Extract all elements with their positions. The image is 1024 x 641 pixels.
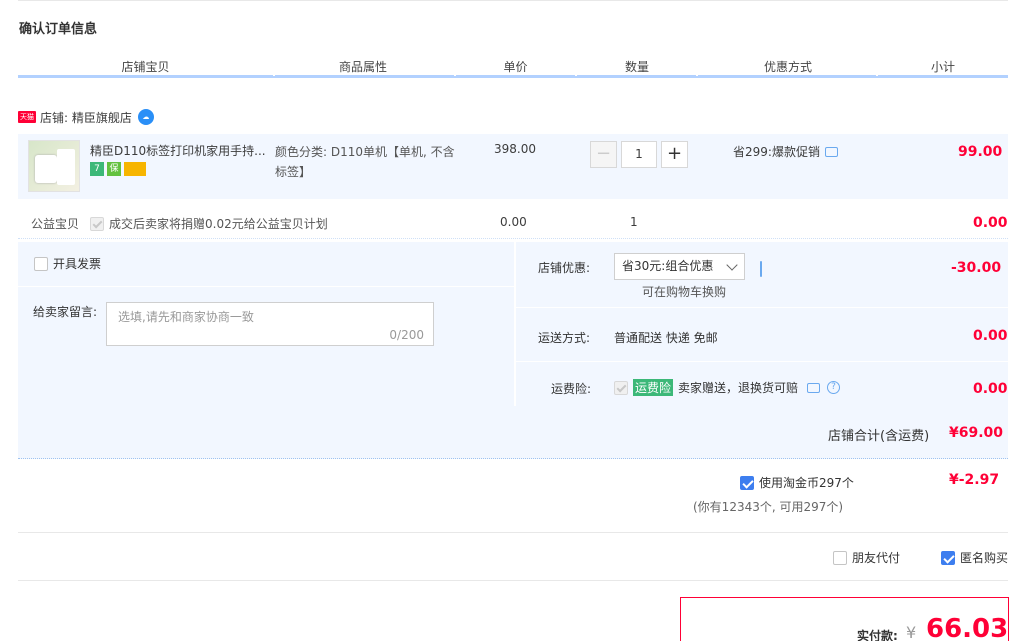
charity-label: 公益宝贝	[31, 217, 80, 231]
invoice-label: 开具发票	[53, 257, 102, 271]
header-separator	[876, 74, 878, 76]
invoice-checkbox[interactable]	[34, 256, 48, 271]
shipping-label: 运送方式:	[538, 331, 591, 345]
charity-subtotal: 0.00	[973, 215, 1008, 231]
header-separator	[696, 74, 698, 76]
message-input[interactable]: 选填,请先和商家协商一致 0/200	[106, 302, 434, 346]
charity-text: 成交后卖家将捐赠0.02元给公益宝贝计划	[109, 217, 328, 231]
shop-name[interactable]: 店铺: 精臣旗舰店	[40, 109, 132, 126]
anonymous-checkbox[interactable]	[941, 550, 955, 565]
header-promo: 优惠方式	[763, 60, 812, 74]
unit-price: 398.00	[494, 142, 536, 156]
shop-total-label: 店铺合计(含运费)	[828, 429, 930, 444]
message-char-count: 0/200	[389, 328, 424, 342]
comment-icon[interactable]	[807, 382, 821, 393]
header-subtotal: 小计	[930, 60, 955, 74]
header-attr: 商品属性	[338, 60, 387, 74]
coin-amount: ¥-2.97	[949, 472, 1000, 488]
chevron-down-icon	[726, 259, 738, 271]
shop-discount-label: 店铺优惠:	[538, 261, 591, 275]
charity-info: 成交后卖家将捐赠0.02元给公益宝贝计划	[90, 215, 328, 232]
warranty-icon[interactable]: 保	[107, 162, 121, 176]
shop-discount-amount: -30.00	[951, 260, 1002, 276]
shop-total-amount: ¥69.00	[949, 425, 1004, 441]
shop-discount-note: 可在购物车换购	[642, 285, 727, 299]
charity-price: 0.00	[500, 215, 527, 229]
friend-pay-option[interactable]: 朋友代付	[833, 549, 900, 566]
divider	[18, 286, 514, 287]
shop-row: 天猫 店铺: 精臣旗舰店 ☁	[18, 106, 154, 128]
divider	[18, 580, 1008, 581]
insurance-amount: 0.00	[973, 381, 1008, 397]
invoice-option[interactable]: 开具发票	[34, 255, 101, 272]
insurance-checkbox	[614, 380, 628, 395]
promotion: 省299:爆款促销	[733, 143, 838, 160]
label-image	[57, 149, 75, 185]
charity-quantity: 1	[630, 215, 638, 229]
taobao-coin-option[interactable]: 使用淘金币297个	[740, 474, 854, 491]
comment-icon[interactable]	[824, 146, 838, 157]
product-name-link[interactable]: 精臣D110标签打印机家用手持...	[90, 142, 268, 159]
payment-amount: 66.03	[926, 614, 1009, 641]
insurance-tag: 运费险	[633, 379, 674, 396]
header-item: 店铺宝贝	[121, 60, 170, 74]
divider	[516, 307, 1008, 308]
increase-quantity-button[interactable]: +	[661, 141, 688, 168]
header-separator	[454, 74, 456, 76]
header-price: 单价	[503, 60, 528, 74]
friend-pay-label: 朋友代付	[852, 551, 901, 565]
coin-label: 使用淘金币297个	[759, 476, 854, 490]
insurance-label: 运费险:	[551, 382, 592, 396]
product-thumbnail[interactable]	[28, 140, 80, 192]
table-header: 店铺宝贝 商品属性 单价 数量 优惠方式 小计	[18, 56, 1008, 78]
friend-pay-checkbox[interactable]	[833, 550, 847, 565]
quantity-input[interactable]: 1	[621, 141, 657, 168]
payment-label: 实付款:	[857, 629, 898, 641]
insurance-info: 运费险 卖家赠送，退换货可赔 ?	[614, 379, 841, 396]
shop-discount-selected: 省30元:组合优惠	[622, 259, 714, 273]
help-icon[interactable]: ?	[827, 381, 841, 394]
credit-card-icon[interactable]	[124, 162, 146, 176]
shipping-amount: 0.00	[973, 328, 1008, 344]
header-separator	[273, 74, 275, 76]
quantity-stepper: − 1 +	[590, 141, 688, 168]
product-attributes: 颜色分类: D110单机【单机, 不含标签】	[275, 145, 455, 179]
coin-checkbox[interactable]	[740, 475, 754, 490]
comment-icon[interactable]	[760, 261, 762, 277]
payment-currency: ¥	[906, 623, 917, 641]
charity-checkbox	[90, 216, 104, 231]
service-badges: 7 保	[90, 162, 146, 176]
coin-note: (你有12343个, 可用297个)	[693, 500, 844, 514]
message-label: 给卖家留言:	[33, 305, 98, 319]
shop-discount-select[interactable]: 省30元:组合优惠	[614, 253, 745, 280]
header-quantity: 数量	[624, 60, 649, 74]
promotion-text: 省299:爆款促销	[733, 145, 820, 159]
shipping-method: 普通配送 快递 免邮	[614, 331, 718, 345]
tmall-badge: 天猫	[18, 111, 36, 123]
page-title: 确认订单信息	[19, 22, 98, 37]
seven-day-return-icon[interactable]: 7	[90, 162, 104, 176]
device-image	[35, 155, 57, 183]
wangwang-icon[interactable]: ☁	[137, 109, 154, 125]
anonymous-label: 匿名购买	[960, 551, 1009, 565]
decrease-quantity-button[interactable]: −	[590, 141, 617, 168]
message-placeholder: 选填,请先和商家协商一致	[118, 310, 254, 324]
item-subtotal: 99.00	[958, 144, 1003, 160]
header-separator	[575, 74, 577, 76]
divider	[516, 361, 1008, 362]
top-divider	[18, 0, 1008, 1]
anonymous-option[interactable]: 匿名购买	[941, 549, 1008, 566]
divider	[18, 532, 1008, 533]
insurance-text: 卖家赠送，退换货可赔	[678, 381, 799, 395]
